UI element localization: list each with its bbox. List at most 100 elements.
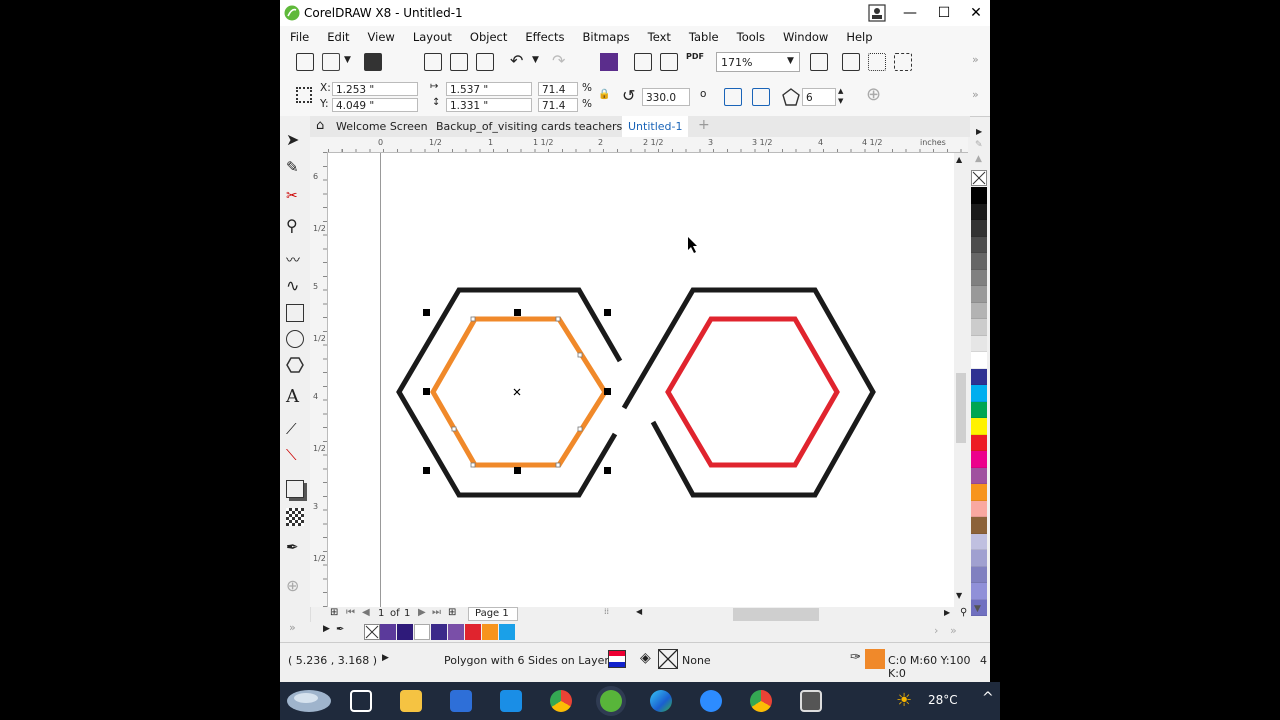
add-page-after-icon[interactable]: ⊞ xyxy=(448,607,456,618)
rectangle-tool-icon[interactable] xyxy=(286,304,304,322)
horizontal-scroll-thumb[interactable] xyxy=(733,608,819,621)
height-input[interactable]: 1.331 " xyxy=(446,98,532,112)
zoom-app-icon[interactable] xyxy=(700,690,722,712)
sides-stepper-up-icon[interactable]: ▲ xyxy=(838,87,843,95)
eyedropper-tool-icon[interactable]: ✒ xyxy=(286,538,304,556)
tab-untitled-1[interactable]: Untitled-1 xyxy=(622,116,689,137)
undo-dropdown-icon[interactable]: ▼ xyxy=(532,55,539,65)
palette-swatch[interactable] xyxy=(971,236,987,253)
menu-file[interactable]: File xyxy=(280,26,317,46)
palette-swatch[interactable] xyxy=(971,187,987,204)
chrome-icon[interactable] xyxy=(550,690,572,712)
fill-bucket-icon[interactable]: ◈ xyxy=(640,650,651,666)
show-hidden-icons-chevron-icon[interactable]: ^ xyxy=(982,690,994,706)
menu-edit[interactable]: Edit xyxy=(317,26,357,46)
document-palette-overflow-icon[interactable]: » xyxy=(950,624,957,637)
palette-swatch[interactable] xyxy=(971,253,987,270)
paste-icon[interactable] xyxy=(476,53,494,71)
document-palette-eyedropper-icon[interactable]: ✒ xyxy=(336,624,344,635)
horizontal-scrollbar[interactable]: ▶ ⚲ xyxy=(650,607,970,621)
zoom-navigator-icon[interactable]: ⚲ xyxy=(960,607,967,618)
vertical-scroll-thumb[interactable] xyxy=(956,373,966,443)
palette-swatch[interactable] xyxy=(971,550,987,567)
export-icon[interactable] xyxy=(660,53,678,71)
close-button[interactable]: ✕ xyxy=(960,0,992,26)
mirror-horizontal-icon[interactable] xyxy=(724,88,742,106)
coreldraw-balloon-logo-icon[interactable] xyxy=(284,684,334,718)
publish-pdf-icon[interactable]: PDF xyxy=(686,52,704,61)
edge-icon[interactable] xyxy=(650,690,672,712)
palette-swatch[interactable] xyxy=(971,500,987,517)
menu-window[interactable]: Window xyxy=(773,26,836,46)
rotation-input[interactable]: 330.0 xyxy=(642,88,690,106)
menu-layout[interactable]: Layout xyxy=(403,26,460,46)
palette-scroll-up-icon[interactable]: ▲ xyxy=(975,154,982,164)
status-expand-icon[interactable]: ▶ xyxy=(382,653,389,663)
docker-expand-icon[interactable]: ▶ xyxy=(976,127,982,136)
ellipse-tool-icon[interactable] xyxy=(286,330,304,348)
search-content-icon[interactable] xyxy=(600,53,618,71)
document-palette-swatch[interactable] xyxy=(431,624,447,640)
page-tabs-scroll-icon[interactable]: ⁞⁞ xyxy=(604,607,609,616)
palette-swatch[interactable] xyxy=(971,451,987,468)
text-tool-icon[interactable]: A xyxy=(286,386,304,407)
palette-swatch[interactable] xyxy=(971,352,987,369)
scroll-left-icon[interactable]: ◀ xyxy=(636,607,642,616)
menu-table[interactable]: Table xyxy=(679,26,727,46)
account-icon[interactable] xyxy=(868,4,886,22)
x-position-input[interactable]: 1.253 " xyxy=(332,82,418,96)
scroll-down-icon[interactable]: ▼ xyxy=(956,591,962,600)
menu-text[interactable]: Text xyxy=(638,26,679,46)
home-icon[interactable]: ⌂ xyxy=(316,118,324,133)
palette-swatch[interactable] xyxy=(971,401,987,418)
document-palette-swatch[interactable] xyxy=(499,624,515,640)
sides-count-input[interactable]: 6 xyxy=(802,88,836,106)
previous-page-icon[interactable]: ◀ xyxy=(362,607,370,618)
property-overflow-icon[interactable]: » xyxy=(972,88,979,101)
document-palette-swatch[interactable] xyxy=(465,624,481,640)
new-document-icon[interactable] xyxy=(296,53,314,71)
tab-welcome-screen[interactable]: Welcome Screen xyxy=(330,116,434,137)
scroll-up-icon[interactable]: ▲ xyxy=(956,155,962,164)
vertical-ruler[interactable]: 6 1/2 5 1/2 4 1/2 3 1/2 xyxy=(310,152,328,607)
customize-toolbox-icon[interactable]: ⊕ xyxy=(286,576,304,595)
palette-swatch[interactable] xyxy=(971,484,987,501)
document-palette-menu-icon[interactable]: ▶ xyxy=(323,624,330,634)
toolbar-overflow-icon[interactable]: » xyxy=(972,53,979,66)
file-explorer-icon[interactable] xyxy=(400,690,422,712)
palette-swatch[interactable] xyxy=(971,533,987,550)
scale-y-input[interactable]: 71.4 xyxy=(538,98,578,112)
palette-swatch[interactable] xyxy=(971,566,987,583)
menu-effects[interactable]: Effects xyxy=(515,26,572,46)
palette-swatch[interactable] xyxy=(971,517,987,534)
task-view-icon[interactable] xyxy=(350,690,372,712)
fill-none-swatch[interactable] xyxy=(658,649,678,669)
palette-swatch[interactable] xyxy=(971,335,987,352)
menu-tools[interactable]: Tools xyxy=(727,26,773,46)
document-no-color-swatch[interactable] xyxy=(364,624,380,640)
y-position-input[interactable]: 4.049 " xyxy=(332,98,418,112)
connector-tool-icon[interactable]: ⟍ xyxy=(286,446,304,464)
new-tab-icon[interactable]: + xyxy=(698,117,710,133)
show-guidelines-icon[interactable] xyxy=(894,53,912,71)
shape-tool-icon[interactable]: ✎ xyxy=(286,158,304,176)
open-dropdown-icon[interactable]: ▼ xyxy=(344,55,351,65)
tab-backup-visiting-cards[interactable]: Backup_of_visiting cards teachers.cdr xyxy=(430,116,649,137)
lock-ratio-icon[interactable]: 🔒 xyxy=(598,89,610,100)
zoom-level-select[interactable]: 171% ▼ xyxy=(716,52,800,72)
undo-icon[interactable]: ↶ xyxy=(510,51,523,70)
page-1-tab[interactable]: Page 1 xyxy=(468,607,518,621)
palette-swatch[interactable] xyxy=(971,467,987,484)
palette-swatch[interactable] xyxy=(971,286,987,303)
sides-stepper-down-icon[interactable]: ▼ xyxy=(838,97,843,105)
horizontal-ruler[interactable]: 0 1/2 1 1 1/2 2 2 1/2 3 3 1/2 4 4 1/2 in… xyxy=(328,137,968,153)
palette-swatch[interactable] xyxy=(971,418,987,435)
drawing-canvas[interactable] xyxy=(328,153,968,607)
zoom-tool-icon[interactable]: ⚲ xyxy=(286,216,304,235)
palette-swatch[interactable] xyxy=(971,583,987,600)
transparency-tool-icon[interactable] xyxy=(286,508,304,526)
menu-object[interactable]: Object xyxy=(460,26,515,46)
import-icon[interactable] xyxy=(634,53,652,71)
chrome-profile-icon[interactable] xyxy=(750,690,772,712)
artistic-media-tool-icon[interactable]: ∿ xyxy=(286,276,304,295)
